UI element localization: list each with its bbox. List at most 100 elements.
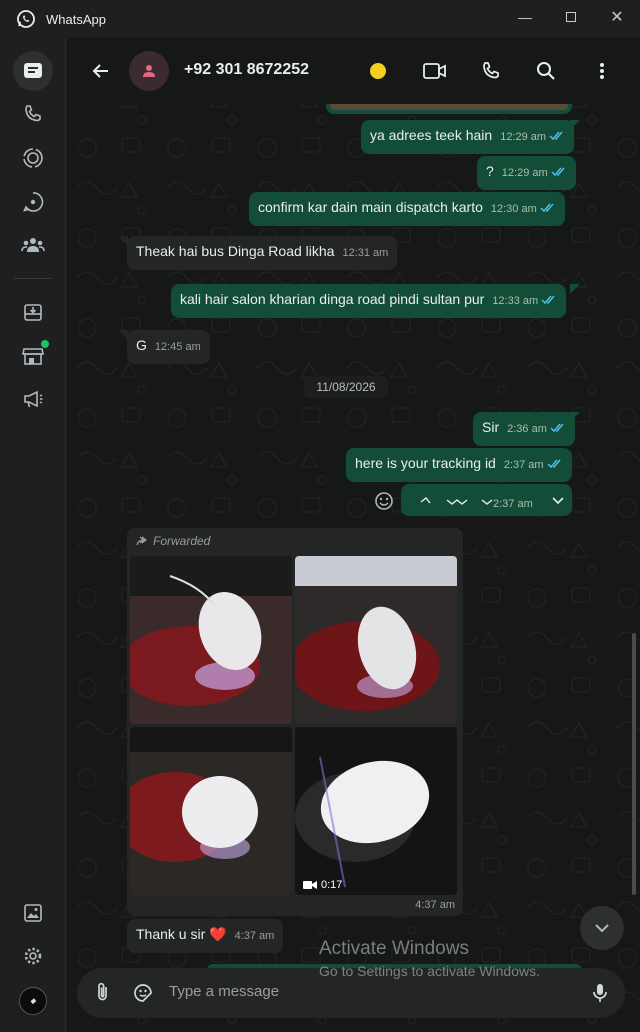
contact-name[interactable]: +92 301 8672252 [184,61,309,79]
search-button[interactable] [530,55,562,87]
rail-profile-button[interactable]: ◆ [13,981,53,1021]
date-divider: 11/08/2026 [304,376,388,398]
nav-rail: ◆ [0,38,66,1032]
read-ticks-icon [541,295,555,305]
mouse-photo-icon [130,727,292,895]
message-time: 12:31 am [342,247,389,259]
message-text: here is your tracking id [355,455,496,471]
communities-icon [21,238,45,252]
chevron-down-icon[interactable] [552,497,564,505]
chevron-down-icon [595,924,609,933]
search-icon [537,62,555,80]
chats-icon [24,63,42,78]
rail-settings-button[interactable] [13,936,53,976]
message-bubble-out[interactable]: ya adrees teek hain 12:29 am [361,120,575,154]
menu-button[interactable] [586,55,618,87]
bubble-tail [570,120,580,130]
store-icon [22,348,44,365]
message-time: 12:29 am [501,167,548,179]
video-call-button[interactable] [419,55,451,87]
back-button[interactable] [85,55,117,87]
video-duration: 0:17 [303,879,342,891]
message-time: 4:37 am [415,899,455,911]
chat-header: +92 301 8672252 [67,38,640,104]
forwarded-album[interactable]: Forwarded 0:17 4:37 am [127,528,463,916]
mouse-video-icon [295,727,457,895]
phone-icon [25,105,41,122]
message-time: 4:37 am [234,930,275,942]
rail-status-button[interactable] [13,138,53,178]
chat-scrollbar[interactable] [632,633,636,895]
message-text: confirm kar dain main dispatch karto [258,199,483,215]
rail-communities-button[interactable] [13,225,53,265]
microphone-icon[interactable] [588,981,612,1005]
message-bubble-in[interactable]: Thank u sir ❤️ 4:37 am [127,919,284,953]
notification-dot [41,340,49,348]
back-arrow-icon [92,64,108,78]
rail-archived-button[interactable] [13,292,53,332]
profile-avatar-icon: ◆ [19,987,47,1015]
bubble-tail [570,412,580,422]
message-bubble-in[interactable]: Theak hai bus Dinga Road likha 12:31 am [127,236,398,270]
media-thumbnail[interactable] [295,556,457,724]
tracking-id-message[interactable]: 2:37 am [401,484,572,516]
close-icon: ✕ [610,9,624,26]
message-text: Theak hai bus Dinga Road likha [136,243,335,259]
archive-icon [24,304,42,321]
read-ticks-icon [549,131,563,141]
message-bubble-out[interactable]: ? 12:29 am [477,156,576,190]
message-time: 12:29 am [500,131,547,143]
phone-icon [483,62,499,79]
rail-channels-button[interactable] [13,182,53,222]
media-thumbnail[interactable] [130,556,292,724]
message-time: 2:37 am [493,498,533,510]
channels-icon [23,192,44,212]
message-time: 2:36 am [507,423,547,435]
message-time: 12:30 am [490,203,537,215]
rail-advertise-button[interactable] [13,379,53,419]
read-ticks-icon [540,203,554,213]
read-ticks-icon [551,167,565,177]
rail-business-tools-button[interactable] [13,336,53,376]
media-gallery-icon [24,904,42,922]
activate-windows-watermark: Activate Windows Go to Settings to activ… [319,938,540,979]
message-text: kali hair salon kharian dinga road pindi… [180,291,485,307]
megaphone-icon [24,390,43,408]
chat-panel: +92 301 8672252 ya adrees teek hain 12:29… [67,38,640,1032]
message-bubble-out[interactable]: confirm kar dain main dispatch karto 12:3… [249,192,565,226]
rail-media-button[interactable] [13,893,53,933]
voice-call-button[interactable] [475,55,507,87]
contact-avatar[interactable] [129,51,169,91]
scroll-to-bottom-button[interactable] [580,906,624,950]
message-text: G [136,337,147,353]
message-bubble-out[interactable]: here is your tracking id 2:37 am [346,448,572,482]
rail-chats-button[interactable] [13,51,53,91]
forwarded-label: Forwarded [135,534,210,548]
message-bubble-out[interactable]: kali hair salon kharian dinga road pindi… [171,284,567,318]
media-thumbnail[interactable] [130,727,292,895]
more-vertical-icon [600,63,604,79]
status-dot [370,63,386,79]
message-bubble-out[interactable]: Sir 2:36 am [473,412,575,446]
close-button[interactable]: ✕ [594,0,640,34]
maximize-button[interactable] [548,0,594,34]
sticker-icon[interactable] [131,981,155,1005]
message-text: Sir [482,419,500,435]
message-text: ? [486,163,494,179]
message-bubble-in[interactable]: G 12:45 am [127,330,210,364]
title-bar: WhatsApp — ✕ [0,0,640,38]
media-video-thumbnail[interactable]: 0:17 [295,727,457,895]
read-ticks-icon [547,459,561,469]
status-icon [23,148,43,168]
message-input[interactable]: Type a message [169,983,279,1000]
gear-icon [24,947,42,965]
whatsapp-logo-icon [17,10,35,28]
react-emoji-icon[interactable] [372,489,396,513]
bubble-tail [570,284,580,294]
video-camera-icon [303,881,317,889]
message-time: 12:45 am [154,341,201,353]
person-icon [143,65,155,77]
paperclip-icon[interactable] [91,981,115,1005]
rail-calls-button[interactable] [13,94,53,134]
minimize-button[interactable]: — [502,0,548,34]
